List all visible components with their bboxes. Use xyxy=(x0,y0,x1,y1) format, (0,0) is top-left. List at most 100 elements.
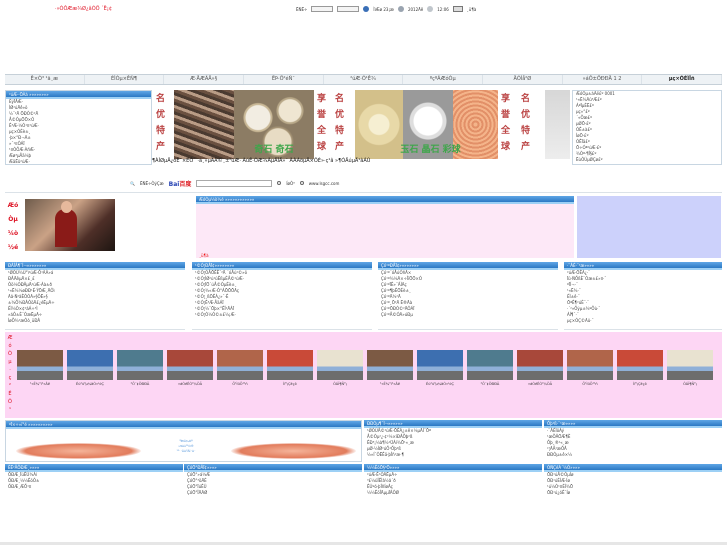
gallery-item[interactable]: Éú²ú³µ¼äÒ»½Ç xyxy=(67,350,113,387)
scrolling-marquee[interactable]: ¶ÀÌØµÄ¿óÊ¯×ÊÔ´ ·á¸»µÄÅ©¸±²úÆ· ÀúÊ·ÓÆ¾ÃµÄ… xyxy=(152,157,570,165)
list-item[interactable]: ÍøÕ¾¹æÔò¸üÐÂ xyxy=(5,318,185,324)
gallery-item[interactable]: Õ¹ÌüÕ¹¹ñ xyxy=(567,350,613,387)
gallery-photo[interactable] xyxy=(17,350,63,380)
gallery-caption[interactable]: Éú²ú³µ¼äÒ»½Ç xyxy=(67,382,113,387)
gallery-photo[interactable] xyxy=(667,350,713,380)
gallery-item[interactable]: »áÒéÊÒ²¼ÖÃ xyxy=(517,350,563,387)
gallery-photo[interactable] xyxy=(217,350,263,380)
search-row: 🔍 ËÑË÷ÒýÇæ Bai百度 ÍøÒ³ www.lsgcc.com xyxy=(130,178,530,188)
gallery-item[interactable]: ¹«Ë¾°ì¹«Â¥ xyxy=(17,350,63,387)
nav-item-search[interactable]: ËÞ·Ö²éÑ¯ xyxy=(244,75,324,84)
gallery-item[interactable]: Ô­ÁÏ¶Ñ³¡ xyxy=(667,350,713,387)
gallery-caption[interactable]: Õ¹ÌüÕ¹¹ñ xyxy=(567,382,613,387)
gallery-photo[interactable] xyxy=(317,350,363,380)
gallery-photo[interactable] xyxy=(567,350,613,380)
more-link[interactable]: ¸ü¶à xyxy=(199,253,209,258)
gallery-caption[interactable]: Éú²ú³µ¼äÒ»½Ç xyxy=(417,382,463,387)
nav-item-business[interactable]: ÉÌÒµ×ÊÑ¶ xyxy=(85,75,165,84)
gallery-caption[interactable]: ¹«Ë¾°ì¹«Â¥ xyxy=(367,382,413,387)
clock-icon xyxy=(427,6,434,12)
gallery-photo[interactable] xyxy=(467,350,513,380)
slogan-char: 享 xyxy=(317,94,327,104)
banner-slogan-right: 享 誉 全 球 名 优 特 产 xyxy=(499,90,545,159)
gallery-photo[interactable] xyxy=(67,350,113,380)
gallery-photo[interactable] xyxy=(117,350,163,380)
profile-photo[interactable] xyxy=(25,199,115,251)
gallery-caption[interactable]: ¹«Ë¾°ì¹«Â¥ xyxy=(17,382,63,387)
gallery-item[interactable]: Éú²ú³µ¼äÒ»½Ç xyxy=(417,350,463,387)
gallery-photo[interactable] xyxy=(367,350,413,380)
nav-item-ecommerce[interactable]: µç×ÓÉÌÎñ xyxy=(642,75,723,84)
search-input[interactable] xyxy=(196,179,273,187)
web-radio[interactable] xyxy=(277,181,282,185)
side-char: ó xyxy=(8,343,12,349)
banner-slogan-left: 名 优 特 产 xyxy=(152,90,172,159)
nav-item-members[interactable]: »áÔ±ÖÐÐÄ 1 2 xyxy=(563,75,643,84)
gallery-item[interactable]: »áÒéÊÒ²¼ÖÃ xyxy=(167,350,213,387)
column-heading: ¹©Ó¦ÐÅÏ¢»»»»»»»» xyxy=(192,262,372,270)
gallery-item[interactable]: ²Ö´¢ÖÐÐÄ xyxy=(467,350,513,387)
gallery-side-title: Æ ó Ò µ · ç ² É Õ ¹ xyxy=(6,334,14,414)
side-char: Æó xyxy=(7,202,19,209)
slogan-char: 名 xyxy=(335,94,345,104)
gallery-caption[interactable]: ²Ö´¢ÖÐÐÄ xyxy=(467,382,513,387)
list-item[interactable]: ÕÐÆ¸ÆÕ¹¤ xyxy=(5,484,183,490)
slogan-line: ¹²´´ÃÀºÃÎ´À´ xyxy=(176,449,196,453)
slogan-char: 产 xyxy=(521,142,531,152)
gallery-item[interactable]: Ìï³¡Çé¿ö xyxy=(267,350,313,387)
list-item[interactable]: ½»Í¨ÔËÊä·þÎñ¹æ·¶ xyxy=(364,452,542,458)
gallery-caption[interactable]: Ô­ÁÏ¶Ñ³¡ xyxy=(317,382,363,387)
gallery-item[interactable]: ¹«Ë¾°ì¹«Â¥ xyxy=(367,350,413,387)
handshake-image[interactable]: ³ÏÐÅ¾­Óª »¥Àû¹²Ó® ¹²´´ÃÀºÃÎ´À´ xyxy=(6,429,361,461)
gallery-item[interactable]: Õ¹ÌüÕ¹¹ñ xyxy=(217,350,263,387)
region-select[interactable] xyxy=(337,6,360,12)
nav-item-products[interactable]: ²úÆ·Õ¹Ê¾ xyxy=(324,75,404,84)
list-item[interactable]: ÖÐ¹ú¿óÊ¯Íø xyxy=(544,490,722,496)
list-item[interactable]: Çó¹ºÅ©ÓÃ»úÐµ xyxy=(378,312,558,318)
supply-column: ¹©Ó¦ÐÅÏ¢»»»»»»»» ¹©Ó¦ÓÅÖÊÊ¯²Ä ´óÅú¹©»õ ¹… xyxy=(192,262,372,330)
site-radio[interactable] xyxy=(299,181,304,185)
person-figure xyxy=(55,209,77,247)
site-title[interactable]: ·»ÒÔÆæ¾Ø¿âÓÖ ´Ë¡¢ xyxy=(55,6,112,12)
gallery-caption[interactable]: ²Ö´¢ÖÐÐÄ xyxy=(117,382,163,387)
go-button[interactable] xyxy=(452,6,463,12)
gallery-photo[interactable] xyxy=(417,350,463,380)
gallery-caption[interactable]: Ìï³¡Çé¿ö xyxy=(617,382,663,387)
category-select[interactable] xyxy=(311,6,334,12)
gallery-item[interactable]: Ô­ÁÏ¶Ñ³¡ xyxy=(317,350,363,387)
top-header: ·»ÒÔÆæ¾Ø¿âÓÖ ´Ë¡¢ ËÑË÷ ÌìÆø 23¡æ 2012Äê … xyxy=(0,0,727,74)
slogan-char: 全 xyxy=(317,126,327,136)
gallery-photo[interactable] xyxy=(517,350,563,380)
company-gallery: Æ ó Ò µ · ç ² É Õ ¹ ¹«Ë¾°ì¹«Â¥ Éú²ú³µ¼äÒ»… xyxy=(5,332,722,418)
nav-item-home[interactable]: Ê×Ò³ ¹ã¸æ xyxy=(5,75,85,84)
gallery-photo[interactable] xyxy=(267,350,313,380)
gallery-caption[interactable]: »áÒéÊÒ²¼ÖÃ xyxy=(167,382,213,387)
nav-item-media[interactable]: ÄÕÌå²Ø xyxy=(483,75,563,84)
baidu-logo[interactable]: Bai百度 xyxy=(169,179,192,188)
bottom-column: ÈË²ÅÕÐÆ¸»»»» ÕÐÆ¸ÏúÊÛ¾­Àí ÕÐÆ¸¼¼ÊõÔ± ÕÐÆ… xyxy=(5,464,183,544)
info-item[interactable]: ËùÔÚµØÇø£º xyxy=(573,157,721,163)
list-item[interactable]: ÇóÖ°ÎÄÃØ xyxy=(184,490,362,496)
category-item[interactable]: ÆäËû²úÆ· xyxy=(6,159,151,164)
gallery-caption[interactable]: Õ¹ÌüÕ¹¹ñ xyxy=(217,382,263,387)
nav-item-brands[interactable]: Æ·ÅÆÃÅ»§ xyxy=(164,75,245,84)
product-banner[interactable]: 名 优 特 产 奇石 奇石 享 誉 全 球 名 优 特 产 玉石 晶石 彩球 享… xyxy=(152,90,570,165)
gallery-item[interactable]: ²Ö´¢ÖÐÐÄ xyxy=(117,350,163,387)
gallery-caption[interactable]: Ìï³¡Çé¿ö xyxy=(267,382,313,387)
gallery-caption[interactable]: Ô­ÁÏ¶Ñ³¡ xyxy=(667,382,713,387)
gallery-photo[interactable] xyxy=(167,350,213,380)
list-item[interactable]: µç×ÓÇ©Ãû·¨ xyxy=(564,318,722,324)
go-button-label[interactable]: ¸ü¶à xyxy=(467,7,477,12)
gallery-item[interactable]: Ìï³¡Çé¿ö xyxy=(617,350,663,387)
profile-intro: ÆóÒµ¼ò½é »»»»»»»»»»»» ¸ü¶à xyxy=(196,196,574,258)
side-char: Ò xyxy=(8,351,12,357)
list-item[interactable]: ¼¼ÊõÎÄµµÏÂÔØ xyxy=(364,490,542,496)
list-item[interactable]: ÐÐÒµ±ê×¼ xyxy=(544,452,722,458)
list-item[interactable]: ¹©Ó¦Ò½Ò©±£½¡Æ· xyxy=(192,312,372,318)
law-column: ·¨ÂÉ·¨¹æ»»»» ²úÆ·ÖÊÁ¿·¨ Ïû·ÑÕßÈ¨Òæ±£»¤·¨… xyxy=(564,262,722,330)
side-char: ½é xyxy=(7,244,19,251)
gallery-caption[interactable]: »áÒéÊÒ²¼ÖÃ xyxy=(517,382,563,387)
gallery-photo[interactable] xyxy=(617,350,663,380)
nav-item-companies[interactable]: ºçºÃÆóÒµ xyxy=(403,75,484,84)
slogan-char: 特 xyxy=(335,126,345,136)
